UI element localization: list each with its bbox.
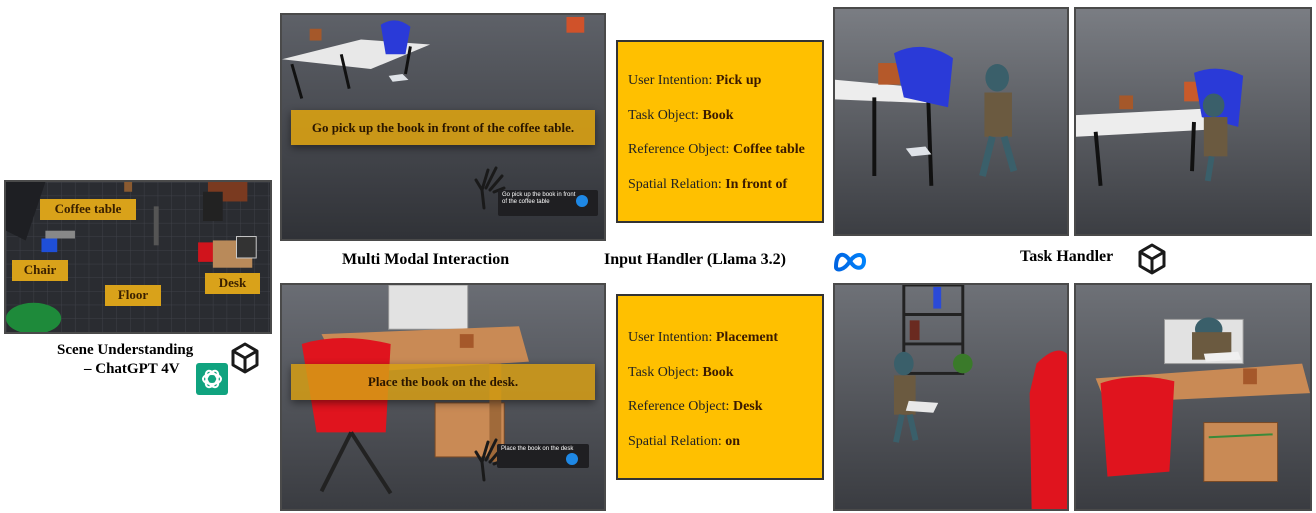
reference-row-bottom: Reference Object: Desk (628, 399, 763, 415)
object-value-bottom: Book (702, 365, 734, 380)
scene-label-chair: Chair (12, 260, 68, 281)
unity-icon (1138, 243, 1166, 275)
object-key-top: Task Object: (628, 108, 699, 123)
task-image-top-right (1074, 7, 1312, 236)
reference-row-top: Reference Object: Coffee table (628, 142, 805, 158)
microphone-button-top[interactable] (576, 195, 588, 207)
scene-label-coffee-table: Coffee table (40, 199, 136, 220)
scene-label-desk: Desk (205, 273, 260, 294)
unity-icon (231, 342, 259, 374)
voice-transcript-bottom-text: Place the book on the desk (501, 446, 574, 452)
task-image-bottom-right (1074, 283, 1312, 511)
task-image-top-left (833, 7, 1069, 236)
intention-key-bottom: User Intention: (628, 330, 713, 345)
relation-row-bottom: Spatial Relation: on (628, 434, 740, 450)
voice-transcript-top-text: Go pick up the book in front of the coff… (502, 192, 576, 205)
microphone-button-bottom[interactable] (566, 453, 578, 465)
input-handler-box-top: User Intention: Pick up Task Object: Boo… (616, 40, 824, 223)
intention-key-top: User Intention: (628, 73, 713, 88)
input-handler-box-bottom: User Intention: Placement Task Object: B… (616, 294, 824, 480)
task-handler-caption: Task Handler (1020, 248, 1114, 265)
task-image-bottom-left (833, 283, 1069, 511)
interaction-caption: Multi Modal Interaction (342, 251, 510, 268)
object-row-top: Task Object: Book (628, 108, 734, 124)
command-bar-bottom: Place the book on the desk. (291, 364, 595, 400)
intention-row-bottom: User Intention: Placement (628, 330, 778, 346)
object-row-bottom: Task Object: Book (628, 365, 734, 381)
scene-caption-line1: Scene Understanding (57, 342, 194, 358)
intention-value-bottom: Placement (715, 330, 779, 345)
intention-value-top: Pick up (715, 73, 762, 88)
relation-value-top: In front of (725, 177, 788, 192)
relation-key-top: Spatial Relation: (628, 177, 722, 192)
input-handler-caption: Input Handler (Llama 3.2) (604, 251, 786, 268)
reference-value-bottom: Desk (732, 399, 763, 414)
openai-icon (196, 363, 228, 395)
object-value-top: Book (702, 108, 734, 123)
relation-row-top: Spatial Relation: In front of (628, 177, 787, 193)
scene-label-floor: Floor (105, 285, 161, 306)
command-bar-top: Go pick up the book in front of the coff… (291, 110, 595, 145)
object-key-bottom: Task Object: (628, 365, 699, 380)
reference-value-top: Coffee table (732, 142, 805, 157)
relation-value-bottom: on (725, 434, 741, 449)
scene-caption-line2: – ChatGPT 4V (84, 361, 180, 377)
relation-key-bottom: Spatial Relation: (628, 434, 722, 449)
meta-icon (833, 252, 867, 272)
reference-key-top: Reference Object: (628, 142, 730, 157)
reference-key-bottom: Reference Object: (628, 399, 730, 414)
intention-row-top: User Intention: Pick up (628, 73, 761, 89)
